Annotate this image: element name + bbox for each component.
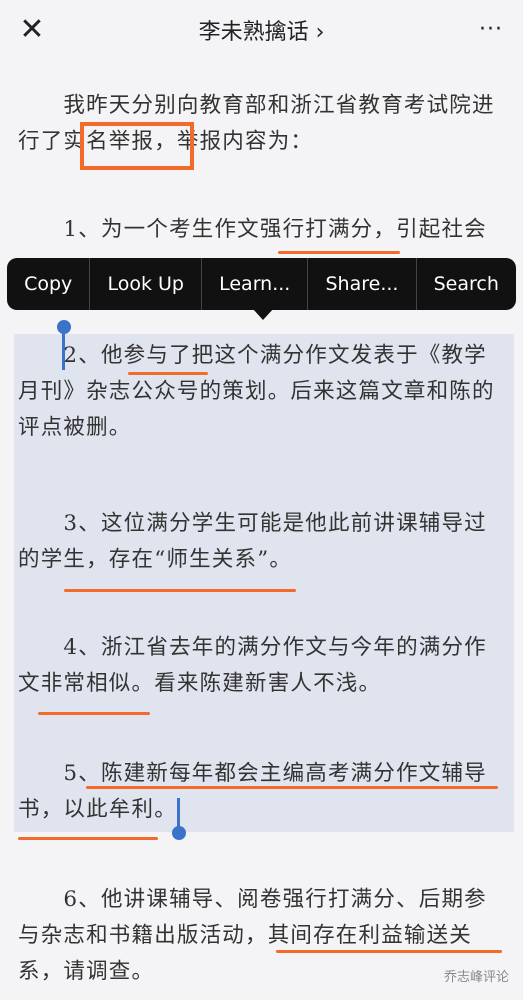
annotation-underline xyxy=(64,589,296,592)
text-context-menu: Copy Look Up Learn... Share... Search xyxy=(7,258,516,310)
menu-item-share[interactable]: Share... xyxy=(308,258,417,310)
annotation-box-real-name xyxy=(80,122,194,170)
menu-item-search[interactable]: Search xyxy=(417,258,516,310)
watermark: 乔志峰评论 xyxy=(443,970,509,985)
annotation-underline xyxy=(18,837,158,840)
menu-item-learn[interactable]: Learn... xyxy=(202,258,309,310)
paragraph-3: 3、这位满分学生可能是他此前讲课辅导过的学生，存在“师生关系”。 xyxy=(18,511,487,572)
paragraph-2: 2、他参与了把这个满分作文发表于《教学月刊》杂志公众号的策划。后来这篇文章和陈的… xyxy=(18,343,495,440)
more-icon[interactable]: ··· xyxy=(473,12,509,48)
annotation-underline xyxy=(276,950,502,953)
annotation-underline xyxy=(38,712,150,715)
selection-start-caret xyxy=(62,330,65,370)
paragraph-4: 4、浙江省去年的满分作文与今年的满分作文非常相似。看来陈建新害人不浅。 xyxy=(18,635,487,696)
menu-item-look-up[interactable]: Look Up xyxy=(90,258,203,310)
paragraph-6: 6、他讲课辅导、阅卷强行打满分、后期参与杂志和书籍出版活动，其间存在利益输送关系… xyxy=(18,887,487,984)
annotation-underline xyxy=(86,786,498,789)
annotation-underline xyxy=(128,372,208,375)
top-bar: ✕ 李未熟擒话 › ··· xyxy=(0,0,523,58)
annotation-underline xyxy=(278,251,400,254)
selection-end-handle[interactable] xyxy=(172,826,186,840)
menu-item-copy[interactable]: Copy xyxy=(7,258,91,310)
paragraph-1: 1、为一个考生作文强行打满分，引起社会 xyxy=(18,217,487,242)
menu-pointer-arrow xyxy=(252,308,274,320)
page-title[interactable]: 李未熟擒话 › xyxy=(0,14,523,46)
paragraph-5: 5、陈建新每年都会主编高考满分作文辅导书，以此牟利。 xyxy=(18,761,487,822)
